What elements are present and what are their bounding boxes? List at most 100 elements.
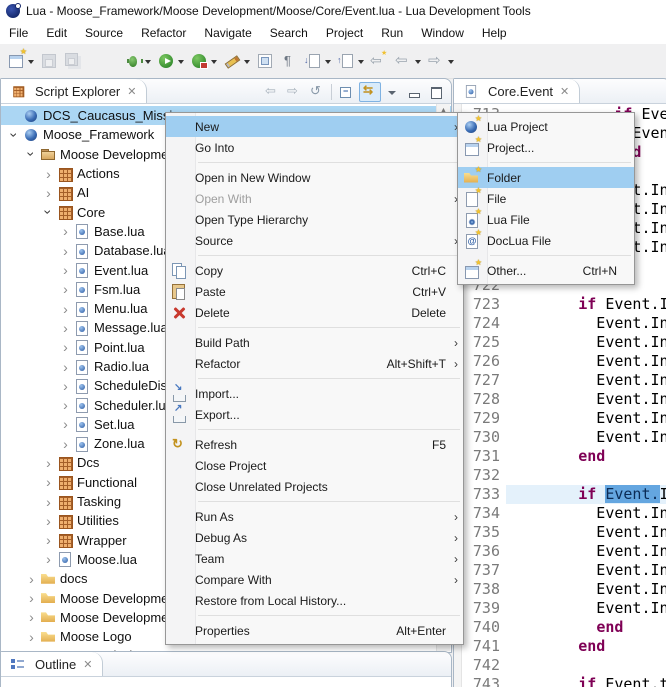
collapse-all-button[interactable] — [337, 83, 357, 101]
menu-item-refactor[interactable]: Refactor Alt+Shift+T › — [166, 353, 463, 374]
mark-occurrences-toggle[interactable] — [253, 48, 277, 74]
menubar-item-navigate[interactable]: Navigate — [195, 23, 260, 43]
view-forward-button[interactable] — [284, 83, 304, 101]
submenu-item-lua-file[interactable]: Lua File — [458, 209, 634, 230]
tree-twistie-icon[interactable] — [27, 148, 37, 161]
menu-item-export[interactable]: Export... — [166, 404, 463, 425]
menu-item-delete[interactable]: Delete Delete — [166, 302, 463, 323]
tree-twistie-icon[interactable] — [42, 477, 55, 487]
menu-item-source[interactable]: Source › — [166, 230, 463, 251]
dropdown-caret-icon[interactable] — [145, 60, 151, 67]
previous-annotation-button[interactable] — [334, 48, 367, 74]
debug-button[interactable] — [121, 48, 154, 74]
tree-twistie-icon[interactable] — [25, 632, 38, 642]
view-toolbar-button[interactable] — [331, 84, 332, 100]
tree-twistie-icon[interactable] — [25, 593, 38, 603]
submenu-item[interactable] — [458, 251, 634, 260]
next-annotation-button[interactable] — [301, 48, 334, 74]
tree-twistie-icon[interactable] — [59, 400, 72, 410]
tree-twistie-icon[interactable] — [59, 381, 72, 391]
menu-item-close-unrelated-projects[interactable]: Close Unrelated Projects — [166, 476, 463, 497]
menubar-item-window[interactable]: Window — [412, 23, 473, 43]
menu-item-restore-from-local-history[interactable]: Restore from Local History... — [166, 590, 463, 611]
menu-item[interactable] — [166, 158, 463, 167]
view-back-button[interactable] — [262, 83, 282, 101]
menu-item[interactable] — [166, 611, 463, 620]
menu-item[interactable] — [166, 374, 463, 383]
dropdown-caret-icon[interactable] — [415, 60, 421, 67]
menu-item-paste[interactable]: Paste Ctrl+V — [166, 281, 463, 302]
menubar-item-help[interactable]: Help — [473, 23, 516, 43]
menu-item[interactable] — [166, 251, 463, 260]
tree-twistie-icon[interactable] — [59, 284, 72, 294]
submenu-item-lua-project[interactable]: Lua Project — [458, 116, 634, 137]
menu-item-build-path[interactable]: Build Path › — [166, 332, 463, 353]
submenu-item[interactable] — [458, 158, 634, 167]
tree-twistie-icon[interactable] — [59, 342, 72, 352]
menu-item-debug-as[interactable]: Debug As › — [166, 527, 463, 548]
run-last-tool-button[interactable] — [187, 48, 220, 74]
menu-item[interactable] — [166, 497, 463, 506]
submenu-item-doclua-file[interactable]: DocLua File — [458, 230, 634, 251]
tree-twistie-icon[interactable] — [42, 458, 55, 468]
tab-script-explorer[interactable]: Script Explorer ✕ — [1, 79, 147, 103]
tree-twistie-icon[interactable] — [59, 246, 72, 256]
menu-item-run-as[interactable]: Run As › — [166, 506, 463, 527]
menubar-item-file[interactable]: File — [0, 23, 37, 43]
menubar-item-search[interactable]: Search — [261, 23, 317, 43]
dropdown-caret-icon[interactable] — [448, 60, 454, 67]
run-button[interactable] — [154, 48, 187, 74]
tree-twistie-icon[interactable] — [25, 574, 38, 584]
link-with-editor-toggle[interactable] — [359, 82, 381, 102]
menubar-item-edit[interactable]: Edit — [37, 23, 76, 43]
tree-twistie-icon[interactable] — [59, 419, 72, 429]
submenu-item-other[interactable]: Other... Ctrl+N — [458, 260, 634, 281]
tree-twistie-icon[interactable] — [42, 169, 55, 179]
toolbar-button[interactable] — [85, 48, 121, 74]
new-wizard-button[interactable] — [4, 48, 37, 74]
tree-twistie-icon[interactable] — [10, 128, 20, 141]
tree-twistie-icon[interactable] — [25, 612, 38, 622]
dropdown-caret-icon[interactable] — [28, 60, 34, 67]
menu-item-close-project[interactable]: Close Project — [166, 455, 463, 476]
tree-twistie-icon[interactable] — [59, 265, 72, 275]
submenu-item-project[interactable]: Project... — [458, 137, 634, 158]
last-edit-location-button[interactable] — [367, 48, 391, 74]
view-up-button[interactable] — [306, 83, 326, 101]
menu-item[interactable] — [166, 323, 463, 332]
menu-item-import[interactable]: Import... — [166, 383, 463, 404]
dropdown-caret-icon[interactable] — [358, 60, 364, 67]
external-tools-button[interactable] — [220, 48, 253, 74]
close-icon[interactable]: ✕ — [560, 85, 569, 98]
save-button[interactable] — [37, 48, 61, 74]
tree-twistie-icon[interactable] — [59, 323, 72, 333]
minimize-button[interactable] — [405, 83, 425, 101]
menu-item-properties[interactable]: Properties Alt+Enter — [166, 620, 463, 641]
menubar-item-refactor[interactable]: Refactor — [132, 23, 195, 43]
menu-item[interactable] — [166, 425, 463, 434]
menu-item-team[interactable]: Team › — [166, 548, 463, 569]
tree-twistie-icon[interactable] — [59, 304, 72, 314]
tree-twistie-icon[interactable] — [42, 554, 55, 564]
menu-item-open-in-new-window[interactable]: Open in New Window — [166, 167, 463, 188]
tree-twistie-icon[interactable] — [42, 535, 55, 545]
submenu-item-file[interactable]: File — [458, 188, 634, 209]
menu-item-refresh[interactable]: Refresh F5 — [166, 434, 463, 455]
tree-twistie-icon[interactable] — [59, 226, 72, 236]
tree-twistie-icon[interactable] — [59, 439, 72, 449]
dropdown-caret-icon[interactable] — [244, 60, 250, 67]
save-all-button[interactable] — [61, 48, 85, 74]
back-button[interactable] — [391, 48, 424, 74]
dropdown-caret-icon[interactable] — [211, 60, 217, 67]
menu-item-new[interactable]: New › — [166, 116, 463, 137]
dropdown-caret-icon[interactable] — [178, 60, 184, 67]
show-whitespace-toggle[interactable] — [277, 48, 301, 74]
close-icon[interactable]: ✕ — [83, 658, 92, 671]
maximize-button[interactable] — [427, 83, 447, 101]
tree-twistie-icon[interactable] — [42, 497, 55, 507]
menubar-item-run[interactable]: Run — [372, 23, 412, 43]
menu-item-compare-with[interactable]: Compare With › — [166, 569, 463, 590]
menu-item-copy[interactable]: Copy Ctrl+C — [166, 260, 463, 281]
forward-button[interactable] — [424, 48, 457, 74]
close-icon[interactable]: ✕ — [127, 85, 136, 98]
